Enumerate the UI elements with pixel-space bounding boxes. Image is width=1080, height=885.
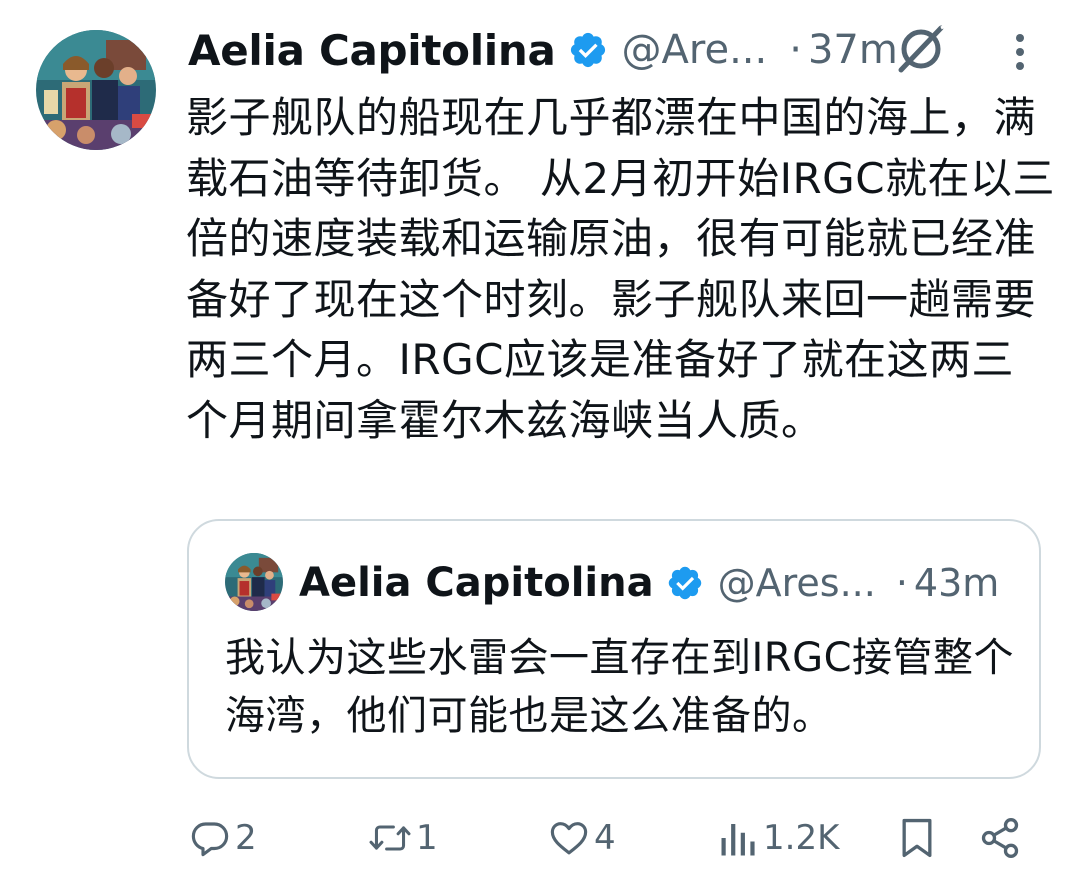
verified-badge-icon [668,566,701,600]
separator-dot: · [789,27,802,73]
share-button[interactable] [978,808,1022,868]
author-handle[interactable]: @Are... [622,27,768,73]
share-icon [981,818,1019,858]
author-avatar[interactable] [36,30,156,150]
avatar-illustration [225,553,283,611]
quoted-tweet-timestamp: 43m [913,561,1000,605]
quoted-tweet-header: Aelia Capitolina @Ares... · 43m [299,555,999,611]
views-button[interactable]: 1.2K [719,808,839,868]
repost-button[interactable]: 1 [368,808,438,868]
repost-icon [369,825,411,851]
quoted-author-avatar [225,553,283,611]
view-count: 1.2K [763,818,840,858]
bookmark-button[interactable] [898,808,936,868]
tweet-timestamp[interactable]: 37m [808,27,898,73]
separator-dot: · [895,561,908,605]
avatar-illustration [36,30,156,150]
quoted-author-handle: @Ares... [717,561,876,605]
bookmark-icon [902,818,932,858]
quoted-author-name: Aelia Capitolina [299,560,654,606]
tweet-action-bar: 2 1 4 1.2K [0,808,1080,868]
tweet-text: 影子舰队的船现在几乎都漂在中国的海上，满载石油等待卸货。 从2月初开始IRGC就… [186,93,1056,445]
reply-button[interactable]: 2 [189,808,257,868]
heart-icon [550,822,588,855]
like-count: 4 [594,818,616,858]
views-chart-icon [721,824,755,856]
more-options-icon[interactable] [1000,30,1040,74]
quoted-tweet-text: 我认为这些水雷会一直存在到IRGC接管整个海湾，他们可能也是这么准备的。 [225,635,1015,739]
repost-count: 1 [416,818,438,858]
verified-badge-icon [570,32,605,68]
quoted-tweet-card[interactable]: Aelia Capitolina @Ares... · 43m 我认为这些水雷会… [187,519,1041,779]
reply-icon [191,822,229,857]
author-name[interactable]: Aelia Capitolina [188,26,556,75]
reply-count: 2 [235,818,257,858]
grok-icon[interactable] [893,24,949,74]
like-button[interactable]: 4 [548,808,616,868]
